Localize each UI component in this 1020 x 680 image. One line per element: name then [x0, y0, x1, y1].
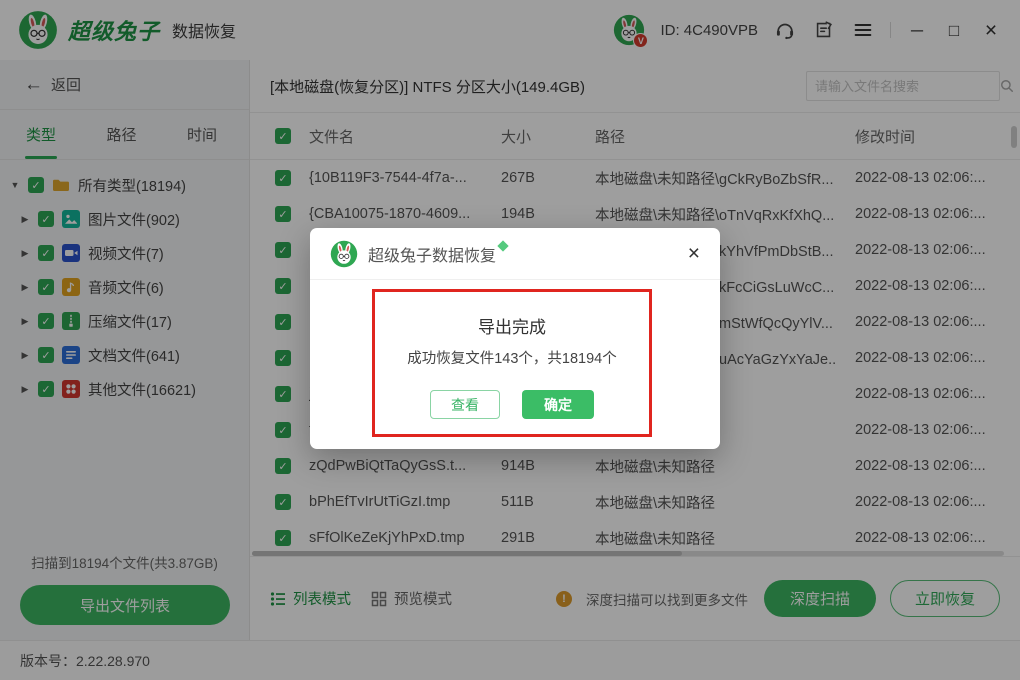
export-complete-dialog: 超级兔子数据恢复 × 导出完成 成功恢复文件143个，共18194个 查看 确定 — [310, 228, 720, 449]
dialog-buttons: 查看 确定 — [430, 390, 594, 419]
rabbit-dialog-logo-icon — [330, 240, 358, 268]
dialog-title: 超级兔子数据恢复 — [368, 242, 496, 266]
view-button[interactable]: 查看 — [430, 390, 500, 419]
app-window: 超级兔子 数据恢复 V ID: 4C490VPB — [0, 0, 1020, 680]
dialog-header: 超级兔子数据恢复 × — [310, 228, 720, 280]
dialog-message: 成功恢复文件143个，共18194个 — [407, 347, 617, 368]
diamond-decoration-icon — [497, 240, 508, 251]
dialog-heading: 导出完成 — [478, 313, 546, 338]
dialog-close-icon[interactable]: × — [688, 243, 700, 264]
annotation-red-box: 导出完成 成功恢复文件143个，共18194个 查看 确定 — [372, 289, 652, 437]
ok-button[interactable]: 确定 — [522, 390, 594, 419]
